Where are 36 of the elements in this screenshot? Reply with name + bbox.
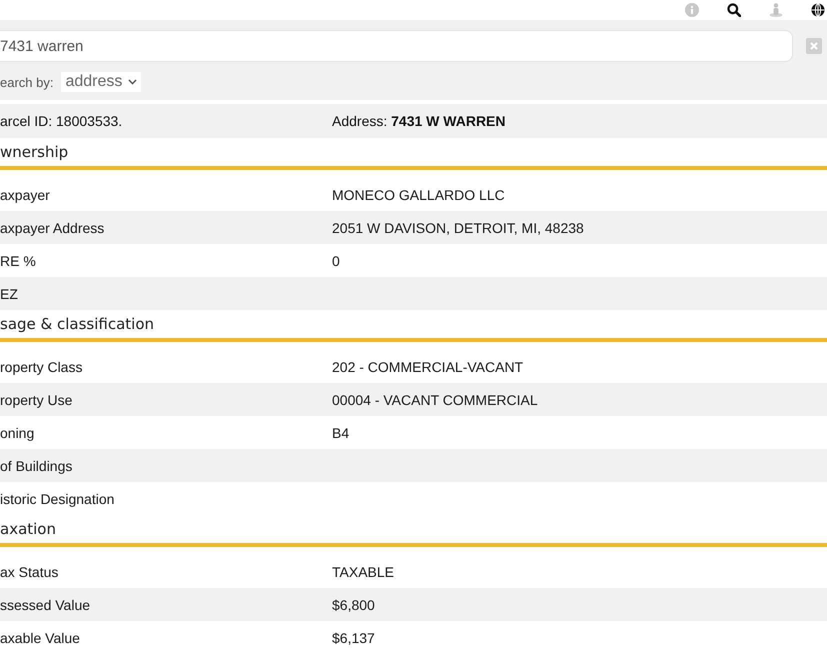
row-value: 202 - COMMERCIAL-VACANT [332,358,524,374]
close-icon [806,38,822,54]
row-value: $6,137 [332,630,376,646]
row-label: oning [0,424,36,440]
row-value: $6,800 [332,596,376,612]
search-by-select[interactable]: address [61,72,142,92]
globe-icon[interactable] [811,3,825,17]
section-title: wnership [0,142,70,163]
row-value: 0 [332,252,341,268]
row-label: roperty Class [0,358,84,374]
search-by-label: earch by: [0,74,54,90]
clear-button[interactable] [806,38,822,54]
row-value: 2051 W DAVISON, DETROIT, MI, 48238 [332,220,585,236]
row-label: ssessed Value [0,596,92,612]
parcel-id: arcel ID: 18003533. [0,113,124,129]
section-title: sage & classification [0,314,156,335]
search-field[interactable]: 7431 warren [0,30,793,62]
row-label: istoric Designation [0,490,116,506]
row-label: ax Status [0,564,60,580]
person-icon[interactable] [769,3,783,17]
chevron-icon [128,79,138,85]
row-label: axpayer Address [0,220,106,236]
parcel-address: Address: 7431 W WARREN [332,113,506,129]
row-label: axpayer [0,186,51,202]
row-value: MONECO GALLARDO LLC [332,186,506,202]
row-label: RE % [0,252,37,268]
row-label: roperty Use [0,392,74,408]
row-value: TAXABLE [332,564,395,580]
row-label: EZ [0,286,19,302]
row-value: 00004 - VACANT COMMERCIAL [332,392,539,408]
row-value: B4 [332,424,350,440]
info-icon[interactable] [685,3,699,17]
search-icon[interactable] [727,3,741,17]
row-label: of Buildings [0,458,74,474]
row-label: axable Value [0,630,81,646]
section-title: axation [0,519,57,540]
